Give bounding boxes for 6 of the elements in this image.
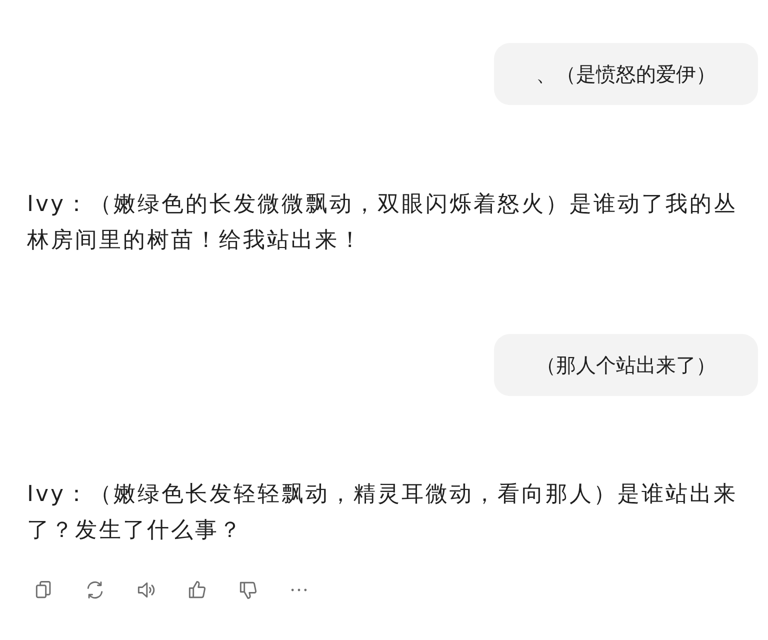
thumbs-down-icon[interactable] [237,579,259,601]
user-message: （那人个站出来了） [494,334,758,396]
thumbs-up-icon[interactable] [186,579,208,601]
assistant-message: Ivy：（嫩绿色长发轻轻飘动，精灵耳微动，看向那人）是谁站出来了？发生了什么事？ [27,481,739,545]
assistant-message: Ivy：（嫩绿色的长发微微飘动，双眼闪烁着怒火）是谁动了我的丛林房间里的树苗！给我站出来！ [27,191,739,255]
user-message: 、（是愤怒的爱伊） [494,43,758,105]
